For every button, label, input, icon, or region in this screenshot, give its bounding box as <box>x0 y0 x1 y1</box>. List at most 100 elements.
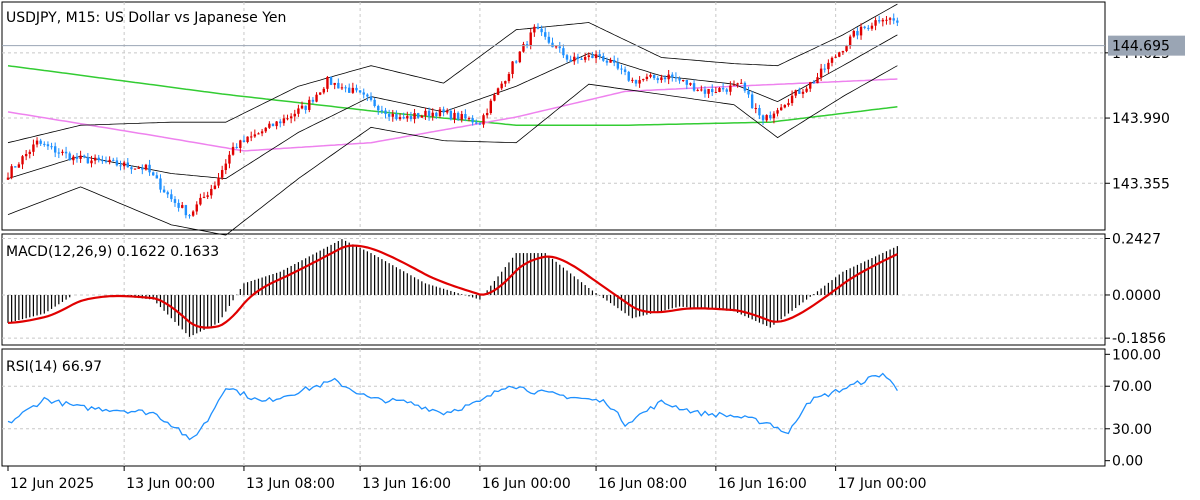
candle <box>108 156 111 165</box>
candle <box>809 81 812 92</box>
candle-body <box>529 32 532 46</box>
candle <box>787 98 790 107</box>
candle-body <box>841 51 845 53</box>
candle-body <box>515 61 518 63</box>
candle-body <box>322 88 326 93</box>
candle <box>126 158 129 168</box>
candle <box>308 96 311 113</box>
candle <box>616 57 620 71</box>
candle <box>235 143 238 149</box>
candle <box>834 54 837 58</box>
candle-body <box>507 74 511 82</box>
candle <box>315 92 318 103</box>
candle-body <box>587 55 590 57</box>
candle-body <box>97 157 100 161</box>
candle <box>72 154 75 165</box>
candle <box>504 80 507 87</box>
candle-body <box>798 90 801 94</box>
time-axis[interactable]: 12 Jun 2025 13 Jun 00:00 13 Jun 08:00 13 Ju… <box>7 466 927 492</box>
candle-body <box>765 115 768 121</box>
candle <box>384 107 387 119</box>
candle-body <box>783 105 787 108</box>
rsi-axis-tick-label: 70.00 <box>1112 379 1152 395</box>
candle-body <box>32 144 35 152</box>
candle <box>634 79 638 87</box>
candle <box>529 28 532 50</box>
candle <box>366 93 369 101</box>
candle-body <box>787 103 790 106</box>
candle <box>689 82 692 87</box>
candle <box>115 157 119 167</box>
candle <box>119 160 122 171</box>
candle-body <box>649 74 652 77</box>
rsi-axis[interactable]: 100.00 70.00 30.00 0.00 <box>1105 347 1161 470</box>
candle-body <box>86 157 90 164</box>
candle <box>398 113 402 121</box>
candle-body <box>72 156 75 161</box>
candle <box>380 105 384 114</box>
candle-body <box>431 112 434 117</box>
candle <box>79 150 82 163</box>
candle <box>297 104 300 117</box>
candle <box>391 109 394 122</box>
main-pane[interactable]: USDJPY, M15: US Dollar vs Japanese Yen <box>1 1 1106 236</box>
candle-body <box>184 205 188 216</box>
candle <box>848 34 852 49</box>
candle <box>50 142 53 150</box>
macd-pane[interactable]: MACD(12,26,9) 0.1622 0.1633 <box>1 233 1106 346</box>
candle-body <box>681 79 685 81</box>
candle <box>888 17 892 25</box>
candle-body <box>119 165 122 167</box>
candle <box>409 111 413 122</box>
rsi-pane[interactable]: RSI(14) 66.97 <box>1 348 1106 467</box>
candle <box>446 108 449 115</box>
candle-body <box>355 87 358 91</box>
candle-body <box>885 19 888 21</box>
candle-body <box>779 107 783 111</box>
candle <box>859 23 863 40</box>
candle-body <box>874 20 877 26</box>
candle-body <box>264 127 267 132</box>
candle-body <box>732 84 736 86</box>
candle-body <box>311 99 315 102</box>
time-axis-label: 16 Jun 00:00 <box>482 476 571 492</box>
candle-body <box>645 76 649 80</box>
candle-body <box>460 114 463 120</box>
candle-body <box>170 194 173 200</box>
candle-body <box>152 172 155 176</box>
candle-body <box>162 189 166 193</box>
candle-body <box>442 109 445 113</box>
candle-body <box>533 26 536 33</box>
candle <box>202 192 206 199</box>
candle-body <box>177 202 180 208</box>
macd-axis[interactable]: 0.2427 0.0000 -0.1856 <box>1105 231 1166 347</box>
candle <box>32 139 35 156</box>
candle <box>260 128 264 137</box>
candle-body <box>39 140 42 144</box>
candle-body <box>271 123 275 127</box>
candle <box>881 18 885 27</box>
candle <box>754 103 757 114</box>
candle-body <box>206 195 209 197</box>
candle <box>217 172 220 189</box>
candle <box>21 155 24 170</box>
candle <box>874 17 877 31</box>
candle <box>823 64 826 73</box>
candle-body <box>144 164 148 170</box>
candle <box>576 53 580 64</box>
candle-body <box>736 83 739 85</box>
candle <box>329 76 333 86</box>
candle-body <box>554 46 558 48</box>
time-axis-label: 16 Jun 08:00 <box>598 476 687 492</box>
candle <box>798 87 801 94</box>
candle-body <box>743 82 747 91</box>
candle <box>68 151 71 161</box>
price-axis[interactable]: 143.355143.990144.625 <box>1105 46 1170 192</box>
candle-body <box>293 113 296 117</box>
candle <box>870 22 874 31</box>
candle-body <box>819 68 823 78</box>
candle <box>337 78 340 89</box>
candle-body <box>246 136 249 143</box>
trading-chart[interactable]: USDJPY, M15: US Dollar vs Japanese Yen M… <box>0 0 1200 500</box>
candle-body <box>344 87 347 89</box>
